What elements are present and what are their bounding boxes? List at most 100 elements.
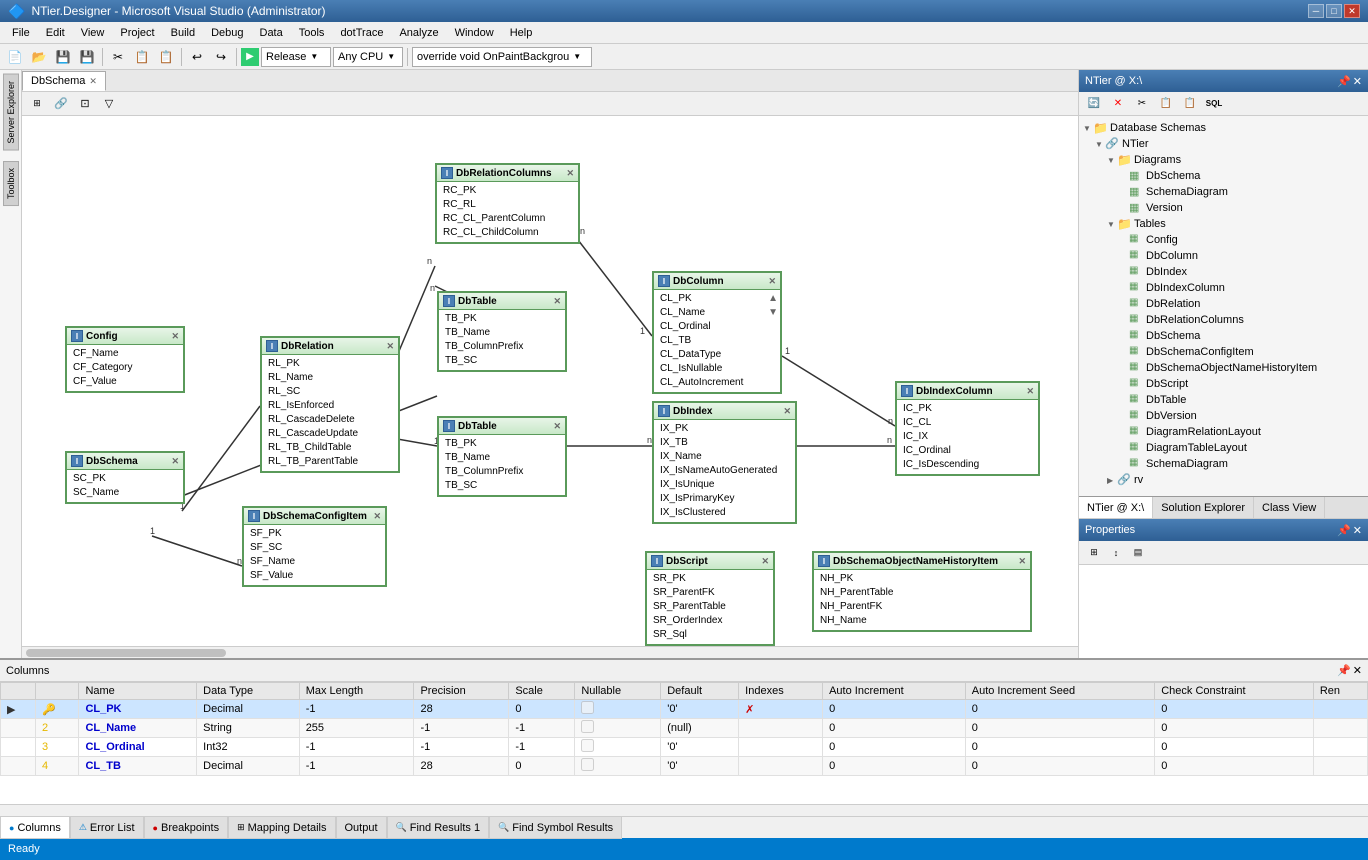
props-btn1[interactable]: ⊞ xyxy=(1083,542,1105,564)
table-row[interactable]: 2CL_NameString255-1-1(null)000 xyxy=(1,719,1368,738)
table-row[interactable]: ▶🔑CL_PKDecimal-1280'0'✗000 xyxy=(1,700,1368,719)
close-icon[interactable]: ✕ xyxy=(553,296,561,307)
col-header-nullable[interactable]: Nullable xyxy=(575,683,661,700)
save-button[interactable]: 💾 xyxy=(52,46,74,68)
tree-item-dbtable[interactable]: ▦ DbTable xyxy=(1083,392,1364,408)
new-file-button[interactable]: 📄 xyxy=(4,46,26,68)
col-header-maxlength[interactable]: Max Length xyxy=(299,683,414,700)
col-header-datatype[interactable]: Data Type xyxy=(197,683,300,700)
menu-build[interactable]: Build xyxy=(163,25,203,41)
col-header-autoincrementseed[interactable]: Auto Increment Seed xyxy=(965,683,1154,700)
table-row[interactable]: 3CL_OrdinalInt32-1-1-1'0'000 xyxy=(1,738,1368,757)
tree-item-rv[interactable]: ▶ 🔗 rv xyxy=(1083,472,1364,488)
tree-item-dbscript[interactable]: ▦ DbScript xyxy=(1083,376,1364,392)
bottom-close[interactable]: ✕ xyxy=(1353,664,1362,677)
menu-project[interactable]: Project xyxy=(112,25,162,41)
col-header-autoincrement[interactable]: Auto Increment xyxy=(823,683,966,700)
release-dropdown[interactable]: Release ▼ xyxy=(261,47,331,67)
tree-item-diagrams[interactable]: ▼ 📁 Diagrams xyxy=(1083,152,1364,168)
tree-item-dbindexcolumn[interactable]: ▦ DbIndexColumn xyxy=(1083,280,1364,296)
pin-icon2[interactable]: 📌 xyxy=(1337,524,1351,537)
toolbox-tab[interactable]: Toolbox xyxy=(3,161,19,206)
diagram-btn3[interactable]: ⊡ xyxy=(74,93,96,115)
bottom-tab-breakpoints[interactable]: ● Breakpoints xyxy=(144,817,229,839)
refresh-button[interactable]: 🔄 xyxy=(1083,93,1105,115)
close-icon[interactable]: ✕ xyxy=(171,456,179,467)
close-icon[interactable]: ✕ xyxy=(373,511,381,522)
menu-tools[interactable]: Tools xyxy=(291,25,333,41)
bottom-tab-columns[interactable]: ● Columns xyxy=(0,817,70,839)
tree-item-dbversion[interactable]: ▦ DbVersion xyxy=(1083,408,1364,424)
bottom-panel-controls[interactable]: 📌 ✕ xyxy=(1337,664,1362,677)
right-tab-ntier[interactable]: NTier @ X:\ xyxy=(1079,497,1153,518)
col-header-precision[interactable]: Precision xyxy=(414,683,509,700)
pin-icon3[interactable]: 📌 xyxy=(1337,664,1351,677)
copy-button2[interactable]: 📋 xyxy=(1155,93,1177,115)
close-icon[interactable]: ✕ xyxy=(386,341,394,352)
table-dbcolumn[interactable]: I DbColumn ✕ CL_PK CL_Name CL_Ordinal CL… xyxy=(652,271,782,394)
save-all-button[interactable]: 💾 xyxy=(76,46,98,68)
pin-icon[interactable]: 📌 xyxy=(1337,75,1351,88)
tree-item-dbcolumn[interactable]: ▦ DbColumn xyxy=(1083,248,1364,264)
close-icon[interactable]: ✕ xyxy=(1026,386,1034,397)
close-icon[interactable]: ✕ xyxy=(1018,556,1026,567)
table-config[interactable]: I Config ✕ CF_Name CF_Category CF_Value xyxy=(65,326,185,393)
bottom-tab-findsymbolresults[interactable]: 🔍 Find Symbol Results xyxy=(489,817,622,839)
tree-item-dbschemaconfigitem[interactable]: ▦ DbSchemaConfigItem xyxy=(1083,344,1364,360)
close-icon[interactable]: ✕ xyxy=(553,421,561,432)
maximize-button[interactable]: □ xyxy=(1326,4,1342,18)
tab-close-icon[interactable]: ✕ xyxy=(89,76,97,87)
tree-item-dbrelationcolumns[interactable]: ▦ DbRelationColumns xyxy=(1083,312,1364,328)
menu-edit[interactable]: Edit xyxy=(38,25,73,41)
tree-item-dbschemaobjectnamehistoryitem[interactable]: ▦ DbSchemaObjectNameHistoryItem xyxy=(1083,360,1364,376)
diagram-btn4[interactable]: ▽ xyxy=(98,93,120,115)
col-header-ren[interactable]: Ren xyxy=(1313,683,1367,700)
redo-button[interactable]: ↪ xyxy=(210,46,232,68)
menu-analyze[interactable]: Analyze xyxy=(391,25,446,41)
tree-item-schemadiagram[interactable]: ▦ SchemaDiagram xyxy=(1083,184,1364,200)
tree-item-tables[interactable]: ▼ 📁 Tables xyxy=(1083,216,1364,232)
tree-item-dbschema-table[interactable]: ▦ DbSchema xyxy=(1083,328,1364,344)
menu-file[interactable]: File xyxy=(4,25,38,41)
menu-debug[interactable]: Debug xyxy=(203,25,251,41)
cpu-dropdown[interactable]: Any CPU ▼ xyxy=(333,47,403,67)
cut-button2[interactable]: ✂ xyxy=(1131,93,1153,115)
start-button[interactable]: ▶ xyxy=(241,48,259,66)
tree-item-ntier[interactable]: ▼ 🔗 NTier xyxy=(1083,136,1364,152)
right-tab-solution-explorer[interactable]: Solution Explorer xyxy=(1153,497,1254,518)
tree-item-config[interactable]: ▦ Config xyxy=(1083,232,1364,248)
table-row[interactable]: 4CL_TBDecimal-1280'0'000 xyxy=(1,757,1368,776)
col-header-default[interactable]: Default xyxy=(661,683,739,700)
tree-item-dbschema-diagram[interactable]: ▦ DbSchema xyxy=(1083,168,1364,184)
undo-button[interactable]: ↩ xyxy=(186,46,208,68)
table-dbindex[interactable]: I DbIndex ✕ IX_PK IX_TB IX_Name IX_IsNam… xyxy=(652,401,797,524)
bottom-tab-output[interactable]: Output xyxy=(336,817,387,839)
paste-button[interactable]: 📋 xyxy=(155,46,177,68)
tree-item-diagramtablelayout[interactable]: ▦ DiagramTableLayout xyxy=(1083,440,1364,456)
bottom-tab-errorlist[interactable]: ⚠ Error List xyxy=(70,817,144,839)
table-dbscript[interactable]: I DbScript ✕ SR_PK SR_ParentFK SR_Parent… xyxy=(645,551,775,646)
col-header-checkconstraint[interactable]: Check Constraint xyxy=(1155,683,1314,700)
close-icon[interactable]: ✕ xyxy=(171,331,179,342)
tree-item-version[interactable]: ▦ Version xyxy=(1083,200,1364,216)
close-icon[interactable]: ✕ xyxy=(566,168,574,179)
method-dropdown[interactable]: override void OnPaintBackgrou ▼ xyxy=(412,47,592,67)
tree-item-diagramrelationlayout[interactable]: ▦ DiagramRelationLayout xyxy=(1083,424,1364,440)
table-dbtable2[interactable]: I DbTable ✕ TB_PK TB_Name TB_ColumnPrefi… xyxy=(437,416,567,497)
table-dbrelationcolumns[interactable]: I DbRelationColumns ✕ RC_PK RC_RL RC_CL_… xyxy=(435,163,580,244)
right-panel-close[interactable]: ✕ xyxy=(1353,75,1362,88)
col-header-scale[interactable]: Scale xyxy=(509,683,575,700)
col-header-name[interactable]: Name xyxy=(79,683,197,700)
bottom-tab-findresults1[interactable]: 🔍 Find Results 1 xyxy=(387,817,490,839)
diagram-btn1[interactable]: ⊞ xyxy=(26,93,48,115)
close-icon[interactable]: ✕ xyxy=(768,276,776,287)
menu-data[interactable]: Data xyxy=(252,25,291,41)
cut-button[interactable]: ✂ xyxy=(107,46,129,68)
right-tab-class-view[interactable]: Class View xyxy=(1254,497,1325,518)
close-button[interactable]: ✕ xyxy=(1344,4,1360,18)
h-scrollbar-thumb[interactable] xyxy=(26,649,226,657)
table-dbschemaobjectnamehistoryitem[interactable]: I DbSchemaObjectNameHistoryItem ✕ NH_PK … xyxy=(812,551,1032,632)
table-dbrelation[interactable]: I DbRelation ✕ RL_PK RL_Name RL_SC RL_Is… xyxy=(260,336,400,473)
paste-button2[interactable]: 📋 xyxy=(1179,93,1201,115)
tree-item-database-schemas[interactable]: ▼ 📁 Database Schemas xyxy=(1083,120,1364,136)
